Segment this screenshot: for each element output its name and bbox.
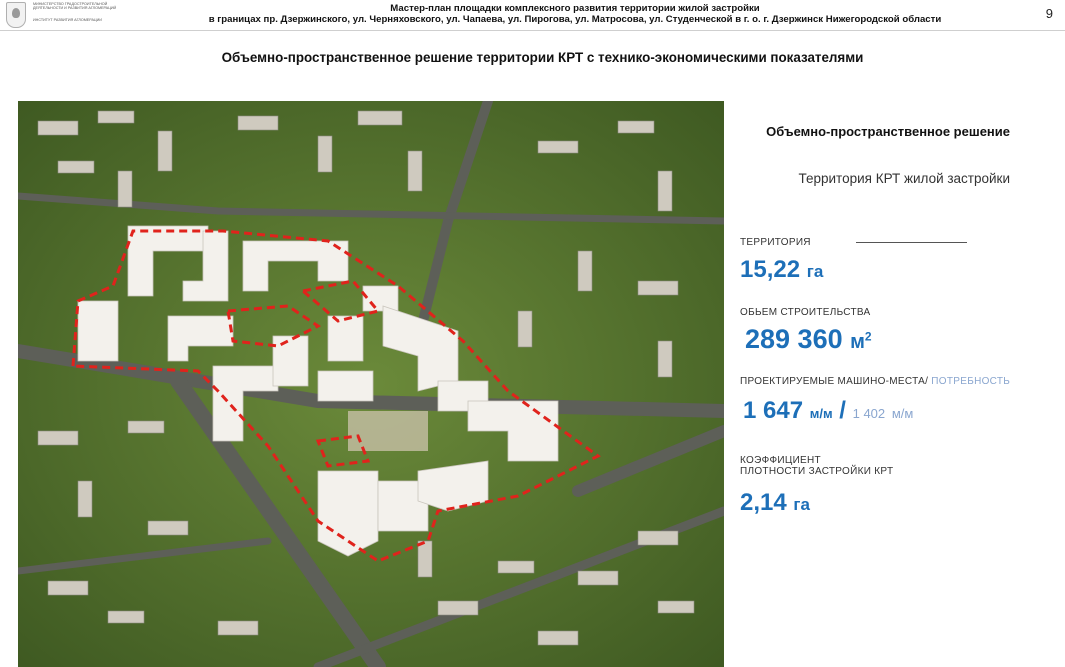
panel-title: Объемно-пространственное решение	[766, 124, 1010, 139]
ministry-name: Министерство градостроительной деятельно…	[33, 2, 117, 11]
parking-slash: /	[832, 397, 853, 424]
construction-unit: м2	[850, 329, 872, 353]
slide-subtitle: Объемно-пространственное решение террито…	[221, 50, 864, 65]
divider-line	[856, 242, 967, 243]
parking-need-unit: м/м	[891, 406, 914, 421]
density-number: 2,14	[740, 489, 787, 516]
parking-unit: м/м	[809, 406, 833, 421]
institute-name: Институт развития агломерации	[33, 18, 102, 22]
aerial-render-drawing	[18, 101, 724, 667]
document-title: Мастер-план площадки комплексного развит…	[150, 3, 1000, 25]
territory-unit: га	[806, 262, 824, 281]
construction-value: 289 360 м2	[745, 324, 872, 355]
density-value: 2,14 га	[740, 489, 810, 517]
coat-of-arms-icon	[6, 2, 26, 28]
construction-number: 289 360	[745, 324, 843, 354]
parking-number: 1 647	[743, 397, 804, 424]
territory-value: 15,22 га	[740, 256, 823, 284]
parking-label: ПРОЕКТИРУЕМЫЕ МАШИНО-МЕСТА/ ПОТРЕБНОСТЬ	[740, 376, 1011, 387]
construction-label: ОБЬЕМ СТРОИТЕЛЬСТВА	[740, 307, 871, 318]
header: Министерство градостроительной деятельно…	[0, 0, 1065, 31]
title-line-1: Мастер-план площадки комплексного развит…	[390, 3, 760, 14]
density-label: КОЭФФИЦИЕНТ ПЛОТНОСТИ ЗАСТРОЙКИ КРТ	[740, 455, 894, 477]
territory-number: 15,22	[740, 256, 801, 283]
territory-label: ТЕРРИТОРИЯ	[740, 237, 811, 248]
density-unit: га	[793, 495, 810, 514]
panel-subtitle: Территория КРТ жилой застройки	[798, 171, 1011, 186]
title-line-2: в границах пр. Дзержинского, ул. Черняхо…	[208, 14, 942, 25]
aerial-render-image	[18, 101, 724, 667]
parking-value: 1 647 м/м / 1 402 м/м	[743, 397, 913, 425]
parking-need-label: ПОТРЕБНОСТЬ	[928, 376, 1011, 387]
parking-need-number: 1 402	[852, 406, 886, 421]
page-number: 9	[1045, 6, 1053, 21]
